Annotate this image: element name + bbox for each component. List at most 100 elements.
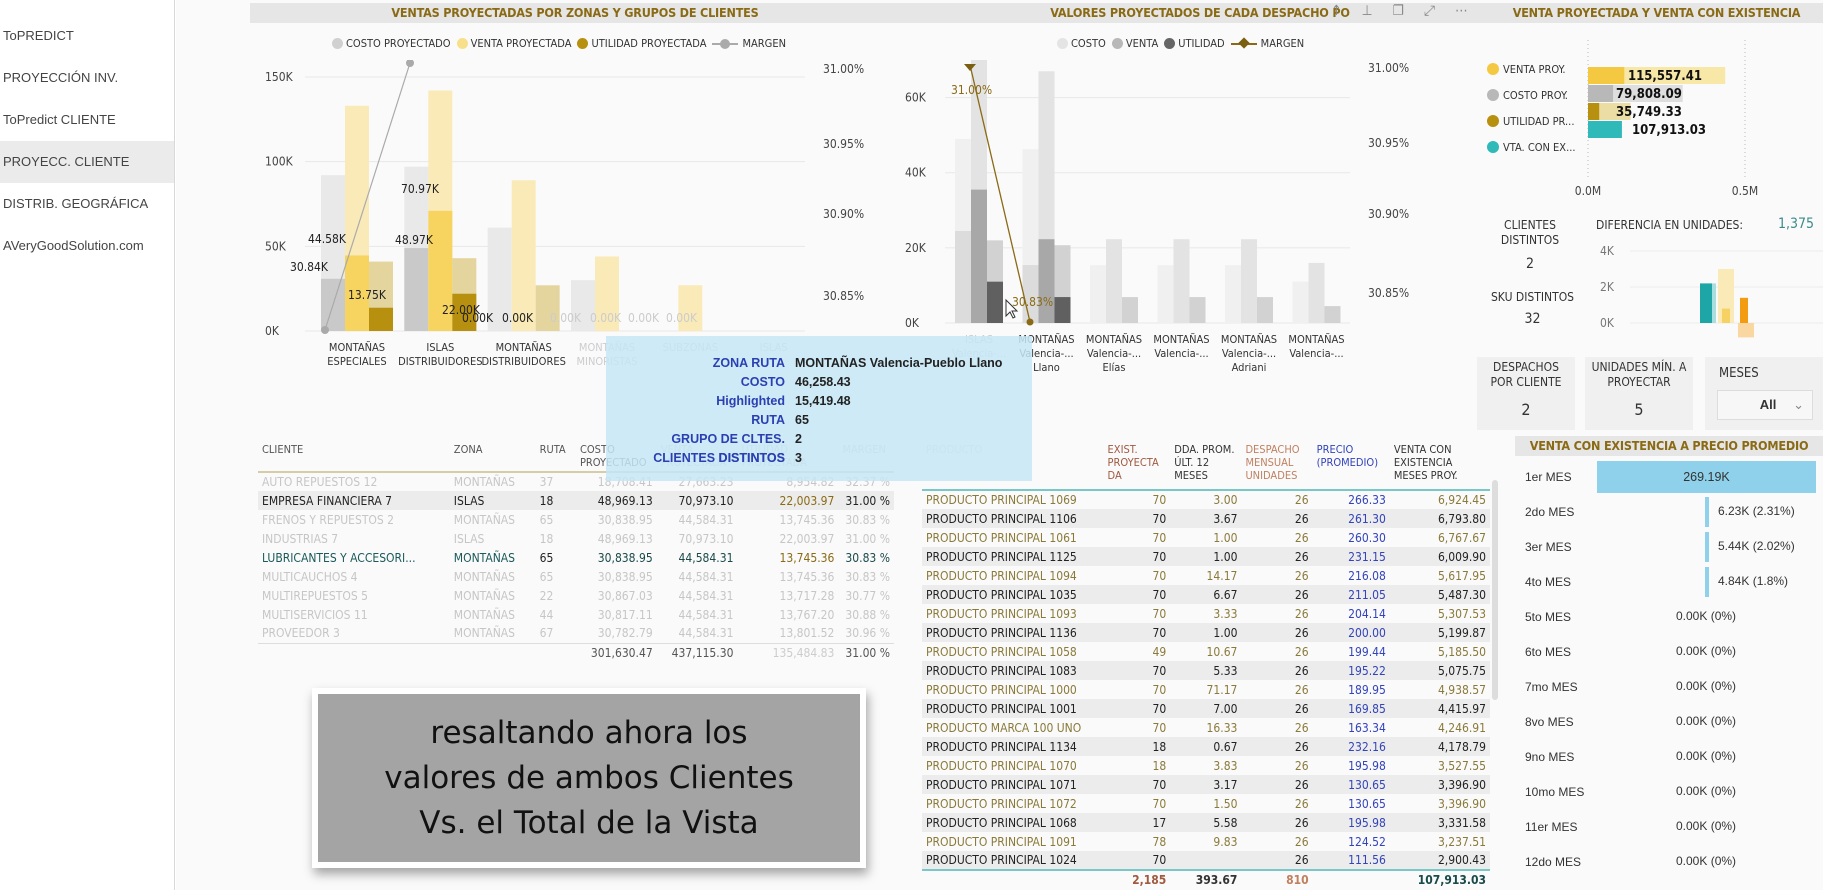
bar-total (1157, 265, 1174, 323)
column-header[interactable]: EXIST. PROYECTA DA (1104, 440, 1171, 490)
nav-item-proyecc-cliente[interactable]: PROYECC. CLIENTE (0, 141, 174, 183)
bar (1740, 297, 1748, 323)
margin-data-label: 31.00% (951, 83, 992, 97)
column-header[interactable]: PRECIO (PROMEDIO) (1313, 440, 1390, 490)
column-header[interactable]: RUTA (536, 440, 576, 472)
month-data-label: 5.44K (2.02%) (1718, 539, 1795, 553)
legend-margen2[interactable]: MARGEN (1230, 36, 1304, 50)
table-row[interactable]: PRODUCTO PRINCIPAL 1070 18 3.83 26 195.98 3,5… (922, 756, 1490, 775)
more-options-icon[interactable]: ⋯ (1455, 3, 1468, 19)
column-header[interactable]: CLIENTE (258, 440, 450, 472)
table-cell: MONTAÑAS (453, 475, 516, 489)
table-cell: 6,924.45 (1437, 493, 1486, 507)
table-cell: 26 (1294, 493, 1309, 507)
month-label: 10mo MES (1525, 785, 1585, 799)
table-row[interactable]: INDUSTRIAS 7 ISLAS 18 48,969.13 70,973.10 22,… (258, 529, 894, 548)
month-row[interactable]: 5to MES (1525, 602, 1823, 632)
table-cell: 130.65 (1348, 796, 1386, 811)
month-data-label: 0.00K (0%) (1676, 819, 1737, 833)
table-cell: 5,487.30 (1437, 587, 1486, 602)
table-row[interactable]: PRODUCTO PRINCIPAL 1058 49 10.67 26 199.44 5,… (922, 642, 1490, 661)
kpi-label: CLIENTES DISTINTOS (1500, 218, 1560, 247)
table-row[interactable]: PRODUCTO PRINCIPAL 1069 70 3.00 26 266.33 6,9… (922, 490, 1490, 509)
table-row[interactable]: PRODUCTO PRINCIPAL 1106 70 3.67 26 261.30 6,7… (922, 509, 1490, 528)
nav-item-distrib-geografica[interactable]: DISTRIB. GEOGRÁFICA (0, 183, 174, 225)
table-row[interactable]: PRODUCTO PRINCIPAL 1136 70 1.00 26 200.00 5,1… (922, 623, 1490, 642)
month-row[interactable]: 11er MES (1525, 812, 1823, 842)
nav-item-topredict[interactable]: ToPREDICT (0, 15, 174, 57)
legend-venta[interactable]: VENTA (1111, 37, 1158, 50)
column-header[interactable]: ZONA (450, 440, 536, 472)
table-row[interactable]: PRODUCTO PRINCIPAL 1072 70 1.50 26 130.65 3,3… (922, 794, 1490, 813)
category-label: Adriani (1232, 361, 1267, 374)
nav-item-topredict-cliente[interactable]: ToPredict CLIENTE (0, 99, 174, 141)
table-row[interactable]: EMPRESA FINANCIERA 7 ISLAS 18 48,969.13 70,9… (258, 491, 894, 510)
table-row[interactable]: MULTIREPUESTOS 5 MONTAÑAS 22 30,867.03 44,58… (258, 586, 894, 605)
legend-utilidad-proyectada[interactable]: UTILIDAD PROYECTADA (577, 37, 706, 50)
table-row[interactable]: PRODUCTO PRINCIPAL 1094 70 14.17 26 216.08 5,… (922, 566, 1490, 585)
table-row[interactable]: PRODUCTO PRINCIPAL 1125 70 1.00 26 231.15 6,0… (922, 547, 1490, 566)
table-cell: 70 (1152, 511, 1167, 526)
table-row[interactable]: PRODUCTO PRINCIPAL 1068 17 5.58 26 195.98 3,3… (922, 813, 1490, 832)
legend-label: MARGEN (742, 37, 786, 50)
bar-total (1308, 262, 1325, 323)
focus-mode-icon[interactable]: ⤢ (1424, 3, 1435, 19)
legend-line-icon (1230, 36, 1257, 49)
products-table-scrollbar[interactable] (1492, 480, 1498, 700)
total-cell: 301,630.47 (590, 645, 653, 660)
table-cell: 26 (1294, 606, 1309, 621)
month-row[interactable]: 12do MES (1525, 847, 1823, 877)
legend-label: COSTO (1071, 37, 1106, 50)
month-row[interactable]: 8vo MES (1525, 707, 1823, 737)
table-row[interactable]: MULTICAUCHOS 4 MONTAÑAS 65 30,838.95 44,584.… (258, 567, 894, 586)
table-row[interactable]: PRODUCTO PRINCIPAL 1091 78 9.83 26 124.52 3,2… (922, 832, 1490, 851)
legend-venta-proyectada[interactable]: VENTA PROYECTADA (456, 37, 571, 50)
column-header[interactable]: DESPACHO MENSUAL UNIDADES (1241, 440, 1312, 490)
legend-margen[interactable]: MARGEN (712, 37, 786, 50)
table-row[interactable]: PRODUCTO PRINCIPAL 1001 70 7.00 26 169.85 4,4… (922, 699, 1490, 718)
bar-highlighted (404, 248, 429, 331)
video-caption: resaltando ahora los valores de ambos Cl… (312, 688, 866, 868)
table-cell: PRODUCTO PRINCIPAL 1070 (926, 758, 1077, 773)
table-row[interactable]: PROVEEDOR 3 MONTAÑAS 67 30,782.79 44,584.31 1… (258, 624, 894, 643)
nav-item-averygoodsolution[interactable]: AVeryGoodSolution.com (0, 225, 174, 267)
copy-visual-icon[interactable]: ❐ (1393, 3, 1404, 19)
table-cell: 26 (1294, 720, 1309, 735)
table-cell: 9.83 (1213, 834, 1238, 849)
table-cell: 199.44 (1348, 644, 1386, 659)
drill-down-icon[interactable]: ⊥ (1362, 3, 1373, 19)
drill-up-icon[interactable]: ↑ (1331, 3, 1342, 19)
table-row[interactable]: PRODUCTO PRINCIPAL 1035 70 6.67 26 211.05 5,4… (922, 585, 1490, 604)
month-label: 8vo MES (1525, 715, 1574, 729)
table-row[interactable]: PRODUCTO PRINCIPAL 1024 70 26 111.56 2,900.4… (922, 851, 1490, 870)
legend-dot-icon (1164, 38, 1176, 49)
bar-total (1225, 265, 1241, 323)
column-header[interactable]: DDA. PROM. ÚLT. 12 MESES (1170, 440, 1241, 490)
table-cell: 13,767.20 (779, 607, 835, 622)
table-row[interactable]: PRODUCTO MARCA 100 UNO 70 16.33 26 163.34 4,2… (922, 718, 1490, 737)
nav-item-proyeccion-inv[interactable]: PROYECCIÓN INV. (0, 57, 174, 99)
legend-costo[interactable]: COSTO (1057, 37, 1106, 50)
table-row[interactable]: PRODUCTO PRINCIPAL 1071 70 3.17 26 130.65 3,3… (922, 775, 1490, 794)
table-row[interactable]: PRODUCTO PRINCIPAL 1000 70 71.17 26 189.95 4,… (922, 680, 1490, 699)
bar-total (1324, 306, 1341, 323)
table-row[interactable]: LUBRICANTES Y ACCESORI... MONTAÑAS 65 30,83… (258, 548, 894, 567)
table-cell: 1.00 (1213, 549, 1238, 564)
data-label: 107,913.03 (1632, 123, 1706, 138)
month-row[interactable]: 9no MES (1525, 742, 1823, 772)
table-row[interactable]: PRODUCTO PRINCIPAL 1093 70 3.33 26 204.14 5,3… (922, 604, 1490, 623)
column-header[interactable]: VENTA CON EXISTENCIA MESES PROY. (1390, 440, 1490, 490)
legend-utilidad[interactable]: UTILIDAD (1164, 37, 1225, 50)
table-row[interactable]: PRODUCTO PRINCIPAL 1083 70 5.33 26 195.22 5,0… (922, 661, 1490, 680)
table-row[interactable]: PRODUCTO PRINCIPAL 1134 18 0.67 26 232.16 4,1… (922, 737, 1490, 756)
meses-dropdown[interactable]: All ⌄ (1717, 390, 1813, 420)
chart-tooltip: ZONA RUTA MONTAÑAS Valencia-Pueblo Llano C… (606, 336, 1032, 481)
legend-costo-proyectado[interactable]: COSTO PROYECTADO (332, 37, 451, 50)
month-row[interactable]: 6to MES (1525, 637, 1823, 667)
month-row[interactable]: 7mo MES (1525, 672, 1823, 702)
month-row[interactable]: 10mo MES (1525, 777, 1823, 807)
table-row[interactable]: PRODUCTO PRINCIPAL 1061 70 1.00 26 260.30 6,7… (922, 528, 1490, 547)
table-row[interactable]: MULTISERVICIOS 11 MONTAÑAS 44 30,817.11 44,5… (258, 605, 894, 624)
table-cell: 260.30 (1348, 530, 1386, 545)
table-row[interactable]: FRENOS Y REPUESTOS 2 MONTAÑAS 65 30,838.95 4… (258, 510, 894, 529)
